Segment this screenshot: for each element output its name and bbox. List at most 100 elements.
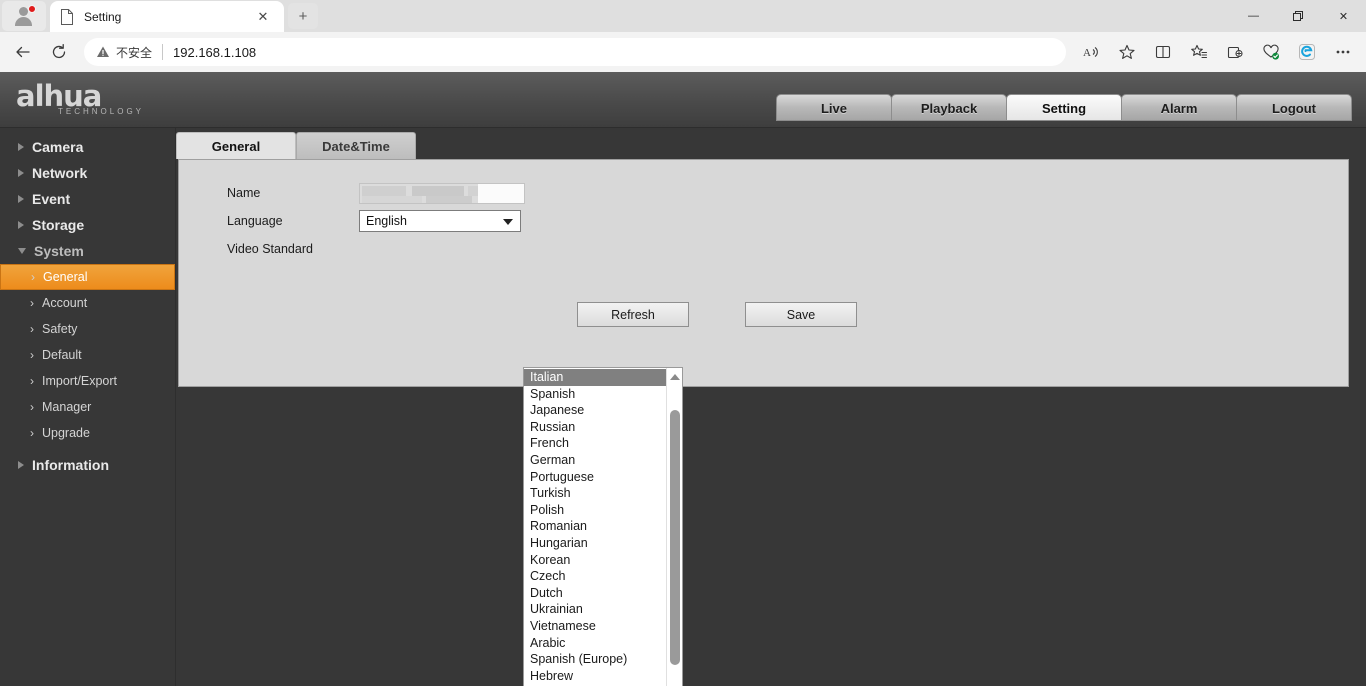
save-button[interactable]: Save xyxy=(745,302,857,327)
close-icon[interactable]: ✕ xyxy=(252,6,274,28)
back-icon[interactable] xyxy=(6,37,40,67)
sidebar-item-account[interactable]: › Account xyxy=(0,290,175,316)
sidebar-item-network[interactable]: Network xyxy=(0,160,175,186)
dropdown-option[interactable]: Portuguese xyxy=(524,469,666,486)
dropdown-option[interactable]: Turkish xyxy=(524,485,666,502)
name-label: Name xyxy=(179,186,359,200)
chevron-down-icon xyxy=(18,248,26,254)
nav-logout[interactable]: Logout xyxy=(1236,94,1352,121)
nav-setting[interactable]: Setting xyxy=(1006,94,1122,121)
chevron-down-icon xyxy=(503,219,513,225)
sidebar-item-label: Upgrade xyxy=(42,426,90,440)
recording-badge-icon xyxy=(28,5,36,13)
sidebar-item-label: General xyxy=(43,270,87,284)
browser-essentials-icon[interactable] xyxy=(1254,37,1288,67)
collections-icon[interactable] xyxy=(1218,37,1252,67)
language-dropdown-list[interactable]: Italian Spanish Japanese Russian French … xyxy=(523,367,683,686)
tab-general[interactable]: General xyxy=(176,132,296,159)
tab-date-time[interactable]: Date&Time xyxy=(296,132,416,159)
sidebar-item-general[interactable]: › General xyxy=(0,264,175,290)
sidebar-item-label: Storage xyxy=(32,217,84,233)
profile-avatar-icon[interactable] xyxy=(2,1,46,31)
language-select-value: English xyxy=(366,214,407,228)
sidebar-item-upgrade[interactable]: › Upgrade xyxy=(0,420,175,446)
sidebar-item-event[interactable]: Event xyxy=(0,186,175,212)
favorite-star-icon[interactable] xyxy=(1110,37,1144,67)
dropdown-option[interactable]: Ukrainian xyxy=(524,601,666,618)
dropdown-option[interactable]: Dutch xyxy=(524,585,666,602)
sidebar-item-default[interactable]: › Default xyxy=(0,342,175,368)
sidebar-item-information[interactable]: Information xyxy=(0,452,175,478)
dropdown-option[interactable]: Spanish (Europe) xyxy=(524,651,666,668)
dropdown-option[interactable]: Hungarian xyxy=(524,535,666,552)
favorites-list-icon[interactable] xyxy=(1182,37,1216,67)
address-bar[interactable]: 不安全 192.168.1.108 xyxy=(84,38,1066,66)
logo-subtext: TECHNOLOGY xyxy=(58,107,176,116)
dropdown-option[interactable]: German xyxy=(524,452,666,469)
sidebar-item-manager[interactable]: › Manager xyxy=(0,394,175,420)
new-tab-button[interactable]: + xyxy=(288,3,318,29)
reload-icon[interactable] xyxy=(42,37,76,67)
dropdown-option[interactable]: French xyxy=(524,435,666,452)
content-area: General Date&Time Name xyxy=(176,128,1366,686)
nav-playback[interactable]: Playback xyxy=(891,94,1007,121)
dropdown-option[interactable]: Japanese xyxy=(524,402,666,419)
dropdown-options: Italian Spanish Japanese Russian French … xyxy=(524,368,666,686)
sidebar-item-system[interactable]: System xyxy=(0,238,175,264)
chevron-right-icon: › xyxy=(31,271,35,283)
chevron-right-icon xyxy=(18,461,24,469)
scroll-up-icon[interactable] xyxy=(667,370,683,384)
maximize-icon[interactable] xyxy=(1276,0,1321,32)
dropdown-option[interactable]: Hebrew xyxy=(524,668,666,685)
browser-tab-setting[interactable]: Setting ✕ xyxy=(50,1,284,32)
warning-triangle-icon xyxy=(96,45,110,59)
chevron-right-icon: › xyxy=(30,375,34,387)
sidebar-item-label: Camera xyxy=(32,139,83,155)
ie-mode-icon[interactable] xyxy=(1290,37,1324,67)
dropdown-option[interactable]: Italian xyxy=(524,369,666,386)
field-row-language: Language English xyxy=(179,210,521,232)
nav-live[interactable]: Live xyxy=(776,94,892,121)
dropdown-option[interactable]: Polish xyxy=(524,502,666,519)
dropdown-option[interactable]: Vietnamese xyxy=(524,618,666,635)
avatar-head xyxy=(19,7,28,16)
dahua-web-ui: alhua TECHNOLOGY Live Playback Setting A… xyxy=(0,72,1366,686)
video-standard-label: Video Standard xyxy=(179,242,359,256)
sidebar-item-label: Event xyxy=(32,191,70,207)
sidebar-item-storage[interactable]: Storage xyxy=(0,212,175,238)
window-close-icon[interactable]: ✕ xyxy=(1321,0,1366,32)
toolbar-actions: A xyxy=(1074,37,1360,67)
language-select[interactable]: English xyxy=(359,210,521,232)
read-aloud-icon[interactable]: A xyxy=(1074,37,1108,67)
scrollbar-thumb[interactable] xyxy=(670,410,680,665)
field-row-video-standard: Video Standard xyxy=(179,238,359,260)
split-screen-icon[interactable] xyxy=(1146,37,1180,67)
dropdown-option[interactable]: Arabic xyxy=(524,635,666,652)
omnibox-divider xyxy=(162,44,163,60)
chevron-right-icon: › xyxy=(30,297,34,309)
nav-alarm[interactable]: Alarm xyxy=(1121,94,1237,121)
sidebar-item-label: Default xyxy=(42,348,82,362)
refresh-button[interactable]: Refresh xyxy=(577,302,689,327)
dropdown-option[interactable]: Romanian xyxy=(524,518,666,535)
dropdown-option[interactable]: Spanish xyxy=(524,386,666,403)
sidebar-item-import-export[interactable]: › Import/Export xyxy=(0,368,175,394)
tab-title: Setting xyxy=(84,10,252,24)
name-input[interactable] xyxy=(359,183,525,204)
dropdown-option[interactable]: Russian xyxy=(524,419,666,436)
sidebar-item-label: Import/Export xyxy=(42,374,117,388)
tab-strip: Setting ✕ + — ✕ xyxy=(0,0,1366,32)
sidebar-item-camera[interactable]: Camera xyxy=(0,134,175,160)
minimize-icon[interactable]: — xyxy=(1231,0,1276,32)
security-status-label: 不安全 xyxy=(116,44,152,61)
dropdown-option[interactable]: Czech xyxy=(524,568,666,585)
device-body: Camera Network Event Storage System xyxy=(0,128,1366,686)
dropdown-option[interactable]: Korean xyxy=(524,552,666,569)
window-controls: — ✕ xyxy=(1231,0,1366,32)
panel-buttons: Refresh Save xyxy=(577,302,857,327)
dropdown-scrollbar[interactable] xyxy=(666,368,682,686)
main-nav: Live Playback Setting Alarm Logout xyxy=(777,94,1352,121)
settings-more-icon[interactable] xyxy=(1326,37,1360,67)
browser-window: Setting ✕ + — ✕ xyxy=(0,0,1366,686)
sidebar-item-safety[interactable]: › Safety xyxy=(0,316,175,342)
